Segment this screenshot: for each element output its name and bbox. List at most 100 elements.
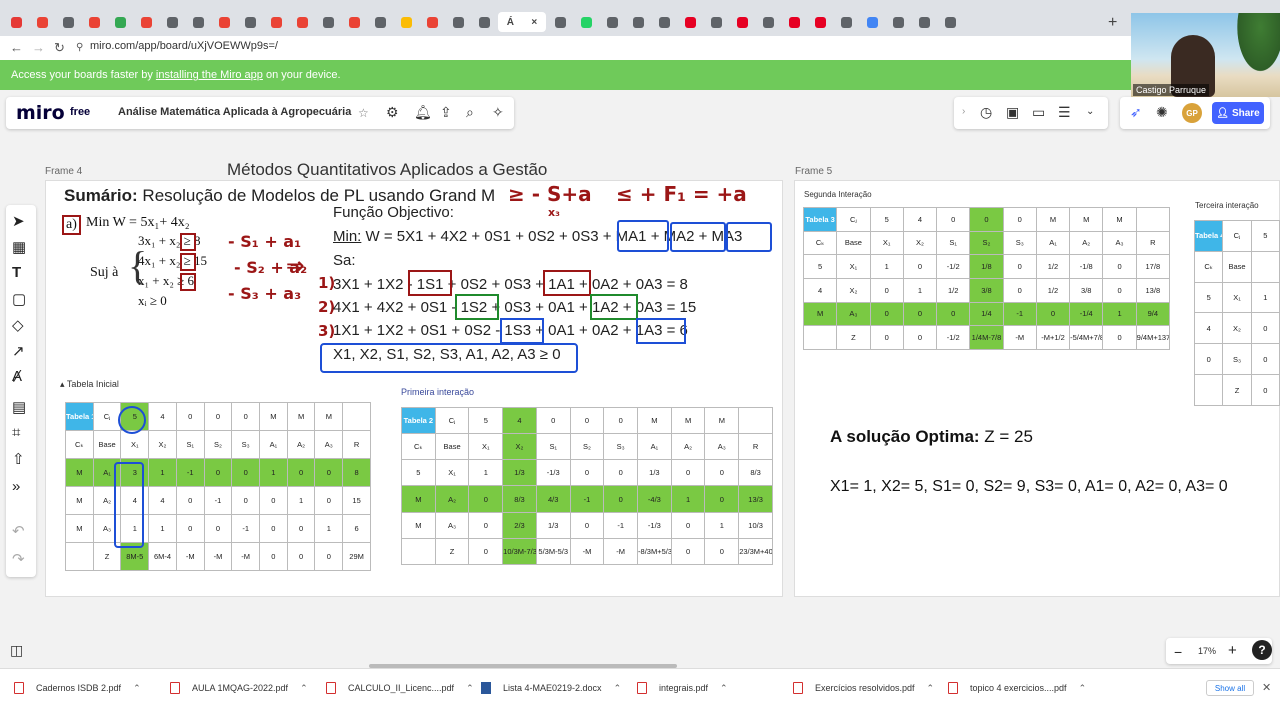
browser-tab[interactable] [886, 12, 910, 32]
browser-tab[interactable] [316, 12, 340, 32]
browser-tab[interactable] [420, 12, 444, 32]
download-item[interactable]: AULA 1MQAG-2022.pdf ⌃ [170, 682, 308, 694]
miro-logo[interactable]: miro [16, 102, 65, 124]
table4-label[interactable]: Terceira interação [1195, 201, 1259, 210]
more-tools-icon[interactable]: » [12, 478, 20, 495]
shapes-icon[interactable]: ◇ [12, 316, 24, 334]
download-options-icon[interactable]: ⌃ [1079, 683, 1087, 694]
frame-icon[interactable]: ⌗ [12, 424, 20, 441]
board-title[interactable]: Análise Matemática Aplicada à Agropecuár… [118, 106, 351, 118]
site-info-icon[interactable]: ⚲ [76, 42, 83, 53]
more-chevron-icon[interactable]: ⌄ [1086, 106, 1094, 117]
browser-tab[interactable] [4, 12, 28, 32]
new-tab-button[interactable]: + [1108, 14, 1117, 32]
tableau-3[interactable]: Tabela 3 Cⱼ 5 4 0 0 0 M M M Cₖ Base X₁ X₂ S₁ S₂ S₃ A₁ A₂ A₃… [802, 207, 1171, 350]
table1-label[interactable]: ▴ Tabela Inicial [60, 379, 119, 390]
forward-icon[interactable]: → [32, 40, 45, 55]
notes-icon[interactable]: ☰ [1058, 104, 1071, 121]
tableau-2[interactable]: Tabela 2 Cⱼ 5 4 0 0 0 M M M Cₖ Base X₁ X₂ S₁ S₂ S₃ A₁ A₂ A₃… [401, 406, 773, 566]
tableau-4[interactable]: Tabela 4 Cⱼ 5 Cₖ Base 5 X₁ 1 4 X₂ 0 0 S₃ 0 Z 0 [1193, 220, 1280, 406]
browser-tab[interactable] [782, 12, 806, 32]
voting-icon[interactable]: ▣ [1006, 104, 1019, 121]
timer-icon[interactable]: ◷ [980, 104, 992, 121]
browser-tab[interactable] [756, 12, 780, 32]
templates-icon[interactable]: ▦ [12, 238, 26, 256]
browser-tab[interactable] [860, 12, 884, 32]
browser-tab[interactable] [56, 12, 80, 32]
comment-icon[interactable]: ▤ [12, 398, 26, 416]
browser-tab[interactable] [82, 12, 106, 32]
browser-tab[interactable] [212, 12, 236, 32]
text-tool-icon[interactable]: T [12, 264, 21, 281]
back-icon[interactable]: ← [10, 40, 23, 55]
browser-tab[interactable] [472, 12, 496, 32]
browser-tab[interactable] [160, 12, 184, 32]
reload-icon[interactable]: ↻ [54, 40, 65, 56]
browser-tab[interactable] [368, 12, 392, 32]
table3-label[interactable]: Segunda Interação [804, 190, 872, 199]
magic-icon[interactable]: ✧ [492, 104, 504, 121]
cursor-icon[interactable]: ➶ [1130, 104, 1142, 121]
download-item[interactable]: CALCULO_II_Licenc....pdf ⌃ [326, 682, 474, 694]
export-icon[interactable]: ⇪ [440, 104, 452, 121]
zoom-out-icon[interactable]: − [1174, 644, 1182, 660]
browser-tab[interactable] [730, 12, 754, 32]
user-avatar[interactable]: GP [1182, 103, 1202, 123]
browser-tab[interactable] [652, 12, 676, 32]
download-item[interactable]: topico 4 exercicios....pdf ⌃ [948, 682, 1086, 694]
undo-icon[interactable]: ↶ [12, 522, 25, 540]
download-options-icon[interactable]: ⌃ [133, 683, 141, 694]
help-button[interactable]: ? [1252, 640, 1272, 660]
sticky-note-icon[interactable]: ▢ [12, 290, 26, 308]
browser-tab[interactable] [30, 12, 54, 32]
browser-tab[interactable] [678, 12, 702, 32]
browser-tab[interactable] [808, 12, 832, 32]
browser-tab[interactable] [186, 12, 210, 32]
close-downloads-icon[interactable]: ✕ [1262, 681, 1271, 694]
browser-tab[interactable] [574, 12, 598, 32]
browser-tab[interactable] [912, 12, 936, 32]
browser-tab[interactable] [394, 12, 418, 32]
star-icon[interactable]: ☆ [358, 106, 369, 120]
notification-bell-icon[interactable]: 🔔︎ [414, 104, 432, 121]
search-icon[interactable]: ⌕ [466, 104, 474, 121]
settings-gear-icon[interactable]: ⚙ [386, 104, 399, 121]
download-item[interactable]: Exercícios resolvidos.pdf ⌃ [793, 682, 934, 694]
download-item[interactable]: Cadernos ISDB 2.pdf ⌃ [14, 682, 141, 694]
browser-tab[interactable] [238, 12, 262, 32]
board-panel-icon[interactable]: ◫ [10, 642, 23, 659]
share-button[interactable]: 👤︎ Share [1212, 102, 1264, 124]
download-options-icon[interactable]: ⌃ [614, 683, 622, 694]
browser-tab[interactable] [834, 12, 858, 32]
table2-label[interactable]: Primeira interação [401, 387, 474, 397]
download-options-icon[interactable]: ⌃ [300, 683, 308, 694]
browser-tab[interactable] [938, 12, 962, 32]
zoom-in-icon[interactable]: + [1228, 642, 1237, 659]
chevron-right-icon[interactable]: › [962, 106, 965, 117]
download-item[interactable]: Lista 4-MAE0219-2.docx ⌃ [481, 682, 621, 694]
download-options-icon[interactable]: ⌃ [466, 683, 474, 694]
browser-tab[interactable] [342, 12, 366, 32]
reactions-icon[interactable]: ✺ [1156, 104, 1168, 121]
browser-tab[interactable] [264, 12, 288, 32]
browser-tab[interactable] [290, 12, 314, 32]
browser-tab[interactable] [600, 12, 624, 32]
download-options-icon[interactable]: ⌃ [927, 683, 935, 694]
browser-tab[interactable] [134, 12, 158, 32]
select-cursor-icon[interactable]: ➤ [12, 212, 25, 230]
presentation-icon[interactable]: ▭ [1032, 104, 1045, 121]
browser-tab[interactable] [626, 12, 650, 32]
show-all-button[interactable]: Show all [1206, 680, 1254, 696]
pen-icon[interactable]: Ⱥ [12, 368, 22, 385]
browser-tab[interactable] [446, 12, 470, 32]
close-tab-icon[interactable]: × [531, 17, 537, 28]
browser-tab[interactable] [108, 12, 132, 32]
frame5-label[interactable]: Frame 5 [795, 166, 832, 177]
problem-statement-image[interactable]: a) Min W = 5x₁+ 4x₂ Suj à { 3x₁ + x₂ ≥ 8… [56, 209, 226, 313]
upload-icon[interactable]: ⇧ [12, 450, 25, 468]
tableau-1[interactable]: Tabela 1 Cⱼ 5 4 0 0 0 M M M Cₖ Base X₁ X₂ S₁ S₂ S₃ A₁ A₂ A₃… [65, 402, 371, 571]
browser-tab[interactable] [548, 12, 572, 32]
connector-line-icon[interactable]: ↗ [12, 342, 25, 360]
install-app-link[interactable]: installing the Miro app [156, 69, 263, 81]
redo-icon[interactable]: ↷ [12, 550, 25, 568]
